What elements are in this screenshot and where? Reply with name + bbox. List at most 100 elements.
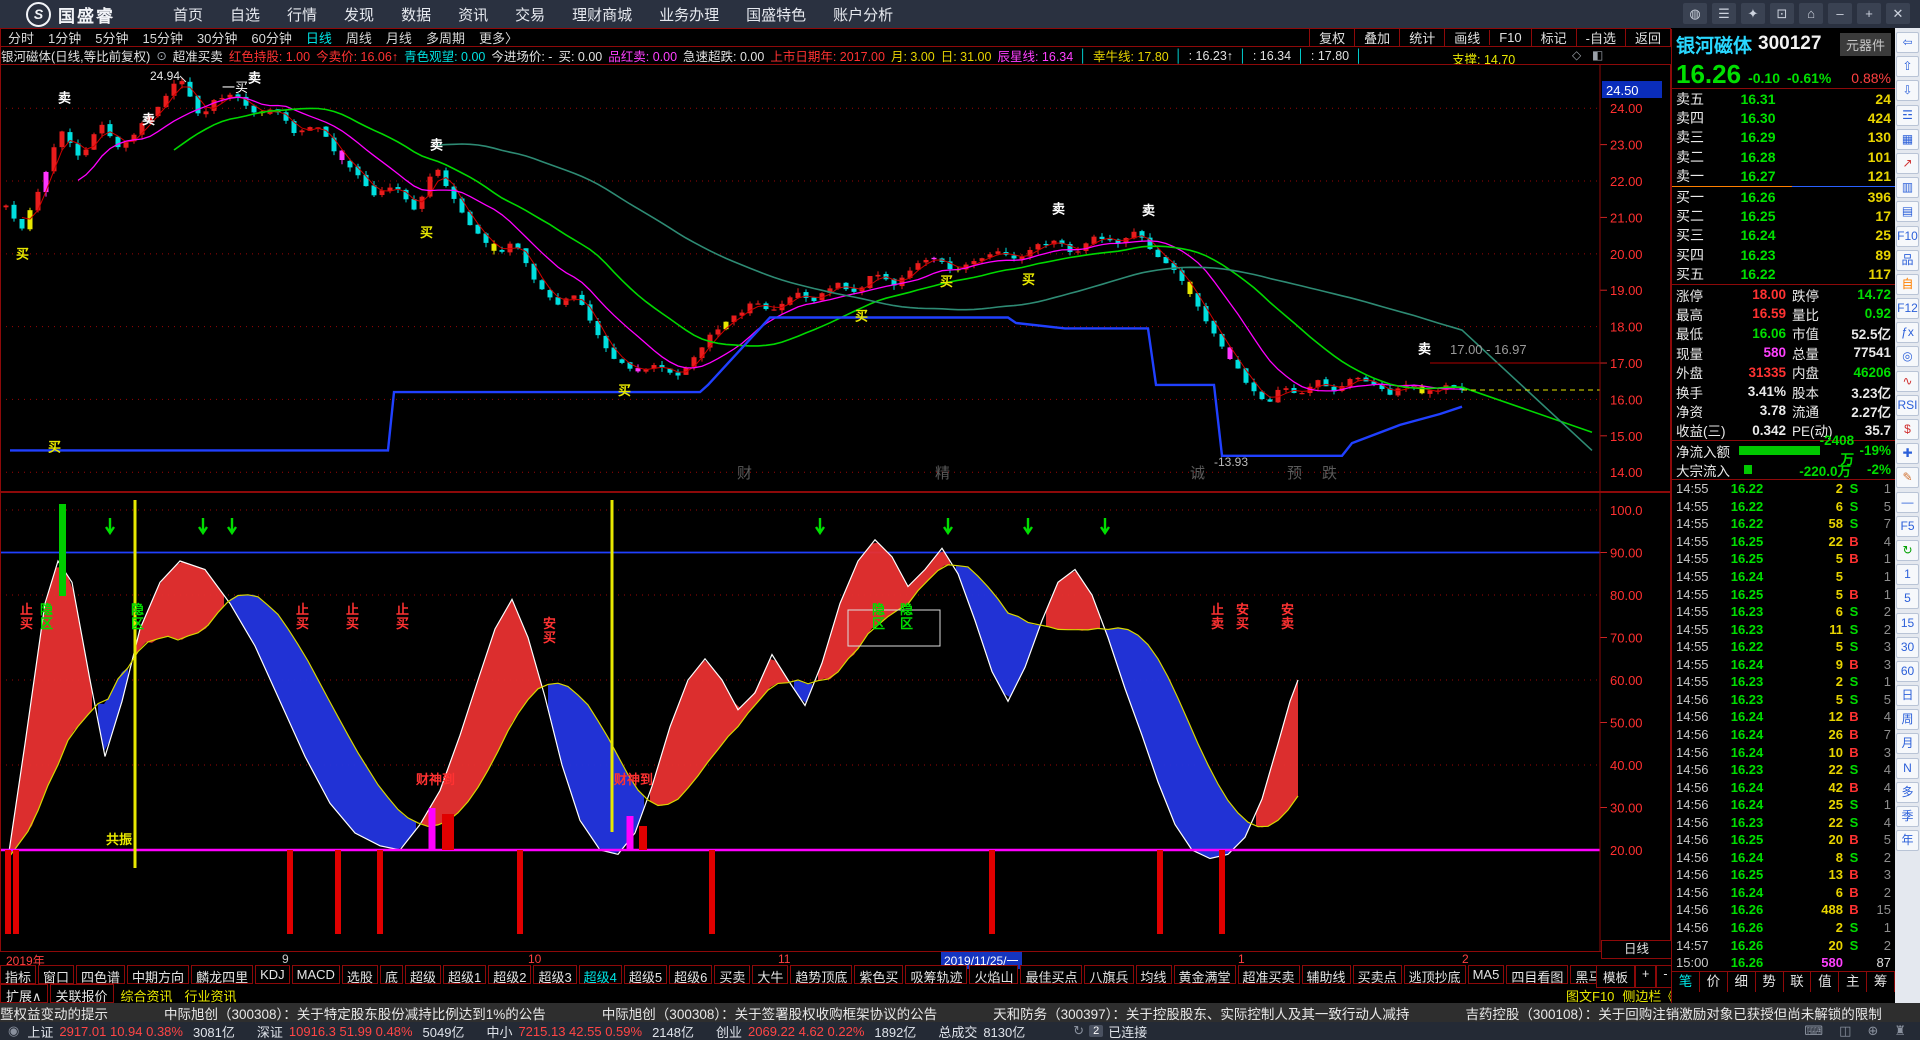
- indicator-tab-29[interactable]: 逃顶抄底: [1403, 965, 1466, 984]
- toolbar-button-6[interactable]: -自选: [1575, 28, 1625, 47]
- indicator-tab-25[interactable]: 黄金满堂: [1173, 965, 1236, 984]
- menu-item-3[interactable]: 发现: [344, 4, 374, 25]
- indicator-tab-27[interactable]: 辅助线: [1301, 965, 1351, 984]
- news-item-1[interactable]: 中际旭创（300308）：关于特定股东股份减持比例达到1%的公告: [164, 1003, 546, 1022]
- indicator-tab-13[interactable]: 超级4: [578, 965, 622, 984]
- period-multi-icon[interactable]: 多: [1896, 781, 1919, 803]
- toolbar-button-2[interactable]: 统计: [1399, 28, 1444, 47]
- minimize-icon[interactable]: –: [1828, 3, 1852, 24]
- indicator-tab-0[interactable]: 指标: [0, 965, 37, 984]
- ask-row-2[interactable]: 卖三 16.29 130: [1672, 128, 1895, 147]
- extension-tab-1[interactable]: 关联报价: [49, 984, 114, 1004]
- toolbar-button-4[interactable]: F10: [1489, 30, 1530, 45]
- extension-tab-0[interactable]: 扩展∧: [0, 984, 48, 1004]
- indicator-tab-19[interactable]: 紫色买: [854, 965, 904, 984]
- extension-tab-3[interactable]: 行业资讯: [179, 984, 242, 1004]
- indicator-tab-7[interactable]: 选股: [341, 965, 378, 984]
- kline-chart[interactable]: 卖卖卖卖卖 卖卖买买买买买 买买一买24.9417.00 - 16.97-13.93…: [0, 64, 1671, 492]
- period-4[interactable]: 30分钟: [190, 28, 244, 47]
- tape-tab-5[interactable]: 值: [1811, 972, 1840, 993]
- auto-icon[interactable]: 自: [1896, 273, 1919, 295]
- period-1[interactable]: 1分钟: [41, 28, 88, 47]
- indicator-tab-24[interactable]: 均线: [1135, 965, 1172, 984]
- period-60-icon[interactable]: 60: [1896, 660, 1919, 682]
- indicator-tab-30[interactable]: MA5: [1467, 965, 1505, 984]
- toolbar-button-1[interactable]: 叠加: [1354, 28, 1399, 47]
- indicator-tab-1[interactable]: 窗口: [38, 965, 75, 984]
- trend-icon[interactable]: ↗: [1896, 152, 1919, 174]
- sector-badge[interactable]: 元器件: [1839, 32, 1891, 56]
- monitor-icon[interactable]: ⊡: [1770, 3, 1794, 24]
- period-6[interactable]: 日线: [299, 28, 339, 47]
- indicator-tab-12[interactable]: 超级3: [533, 965, 577, 984]
- rsi-icon[interactable]: RSI: [1896, 394, 1919, 416]
- money-icon[interactable]: $: [1896, 419, 1919, 440]
- period-1-icon[interactable]: 1: [1896, 564, 1919, 586]
- period-8[interactable]: 月线: [379, 28, 419, 47]
- menu-item-8[interactable]: 业务办理: [659, 4, 719, 25]
- period-month-icon[interactable]: 月: [1896, 733, 1919, 755]
- board-icon[interactable]: ◫: [1839, 1023, 1851, 1039]
- menu-item-7[interactable]: 理财商城: [572, 4, 632, 25]
- period-n-icon[interactable]: N: [1896, 757, 1919, 779]
- indicator-tab-26[interactable]: 超准买卖: [1237, 965, 1300, 984]
- menu-item-9[interactable]: 国盛特色: [746, 4, 806, 25]
- period-3[interactable]: 15分钟: [135, 28, 189, 47]
- target-icon[interactable]: ⊕: [1867, 1023, 1878, 1039]
- toolbar-button-7[interactable]: 返回: [1624, 28, 1670, 47]
- panels-icon[interactable]: ☰: [1712, 3, 1736, 24]
- tape-tab-7[interactable]: 筹: [1867, 972, 1895, 993]
- news-item-2[interactable]: 中际旭创（300308）：关于签署股权收购框架协议的公告: [602, 1003, 937, 1022]
- draw-icon[interactable]: ✎: [1896, 467, 1919, 489]
- structure-icon[interactable]: 品: [1896, 249, 1919, 271]
- toolbar-button-5[interactable]: 标记: [1530, 28, 1576, 47]
- refresh-icon[interactable]: ↻: [1896, 539, 1919, 561]
- extension-tab-2[interactable]: 综合资讯: [115, 984, 178, 1004]
- menu-item-4[interactable]: 数据: [401, 4, 431, 25]
- period-2[interactable]: 5分钟: [88, 28, 135, 47]
- indicator-tab-16[interactable]: 买卖: [714, 965, 751, 984]
- period-9[interactable]: 多周期: [419, 28, 472, 47]
- page-up-icon[interactable]: ⇧: [1896, 56, 1919, 78]
- bid-row-1[interactable]: 买二 16.25 17: [1672, 206, 1895, 225]
- period-year-icon[interactable]: 年: [1896, 830, 1919, 852]
- period-5-icon[interactable]: 5: [1896, 588, 1919, 610]
- news-item-3[interactable]: 天和防务（300397）：关于控股股东、实际控制人及其一致行动人减持: [993, 1003, 1409, 1022]
- table-icon[interactable]: ▦: [1896, 128, 1919, 150]
- indicator-tab-9[interactable]: 超级: [404, 965, 441, 984]
- index-name-0[interactable]: 上证: [27, 1022, 53, 1040]
- bid-row-3[interactable]: 买四 16.23 89: [1672, 245, 1895, 264]
- period-7[interactable]: 周线: [339, 28, 379, 47]
- indicator-tab-18[interactable]: 趋势顶底: [790, 965, 853, 984]
- wave-icon[interactable]: ∿: [1896, 370, 1919, 392]
- indicator-tab-28[interactable]: 买卖点: [1352, 965, 1402, 984]
- tape-tab-6[interactable]: 主: [1839, 972, 1868, 993]
- indicator-tab-22[interactable]: 最佳买点: [1020, 965, 1083, 984]
- ask-row-1[interactable]: 卖四 16.30 424: [1672, 108, 1895, 127]
- f12-icon[interactable]: F12: [1896, 298, 1919, 320]
- news-item-4[interactable]: 吉药控股（300108）：关于回购注销激励对象已获授但尚未解锁的限制: [1465, 1003, 1881, 1022]
- divider-icon[interactable]: —: [1896, 491, 1919, 513]
- period-week-icon[interactable]: 周: [1896, 709, 1919, 731]
- bid-row-4[interactable]: 买五 16.22 117: [1672, 265, 1895, 284]
- indicator-tab-3[interactable]: 中期方向: [127, 965, 190, 984]
- diamond-icon[interactable]: ◇: [1572, 48, 1581, 62]
- indicator-tab-5[interactable]: KDJ: [255, 965, 290, 984]
- ask-row-4[interactable]: 卖一 16.27 121: [1672, 167, 1895, 186]
- period-15-icon[interactable]: 15: [1896, 612, 1919, 634]
- bid-row-0[interactable]: 买一 16.26 396: [1672, 187, 1895, 206]
- kline-icon[interactable]: ▥: [1896, 177, 1919, 199]
- tape-tab-3[interactable]: 势: [1756, 972, 1784, 993]
- report-icon[interactable]: ▤: [1896, 201, 1919, 223]
- indicator-tab-8[interactable]: 底: [379, 965, 403, 984]
- menu-item-0[interactable]: 首页: [173, 4, 203, 25]
- bid-row-2[interactable]: 买三 16.24 25: [1672, 226, 1895, 245]
- period-30-icon[interactable]: 30: [1896, 636, 1919, 658]
- indicator-chart[interactable]: 止买止买止买止买 安买止卖安买安卖隐区隐区隐区隐区财神到 财神到共振100.090.…: [0, 492, 1671, 952]
- ask-row-0[interactable]: 卖五 16.31 24: [1672, 89, 1895, 108]
- index-name-3[interactable]: 创业: [716, 1022, 742, 1040]
- split-view-icon[interactable]: ◧: [1592, 48, 1603, 62]
- index-name-2[interactable]: 中小: [486, 1022, 512, 1040]
- move-icon[interactable]: ✚: [1896, 443, 1919, 465]
- formula-icon[interactable]: ƒx: [1896, 322, 1919, 344]
